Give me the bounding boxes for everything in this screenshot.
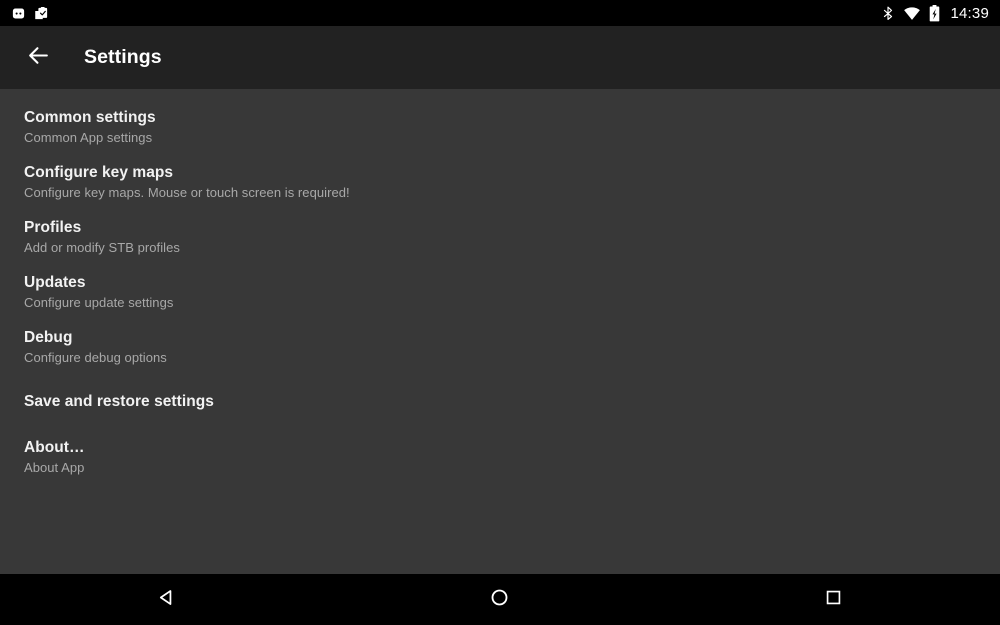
preference-list: Common settings Common App settings Conf… bbox=[0, 89, 1000, 484]
status-bar: 14:39 bbox=[0, 0, 1000, 26]
setting-item-profiles[interactable]: Profiles Add or modify STB profiles bbox=[0, 209, 1000, 264]
setting-item-configure-key-maps[interactable]: Configure key maps Configure key maps. M… bbox=[0, 154, 1000, 209]
bluetooth-icon bbox=[881, 5, 895, 21]
nav-home-button[interactable] bbox=[455, 574, 545, 625]
nav-back-button[interactable] bbox=[122, 574, 212, 625]
setting-item-common-settings[interactable]: Common settings Common App settings bbox=[0, 99, 1000, 154]
nav-recents-button[interactable] bbox=[788, 574, 878, 625]
setting-item-about[interactable]: About… About App bbox=[0, 429, 1000, 484]
setting-title: About… bbox=[24, 439, 85, 456]
app-notification-icon bbox=[11, 6, 26, 21]
setting-summary: Common App settings bbox=[24, 130, 153, 145]
status-bar-notification-icons bbox=[11, 6, 49, 21]
back-button[interactable] bbox=[14, 34, 62, 82]
setting-title: Common settings bbox=[24, 109, 156, 126]
clipboard-check-icon bbox=[34, 6, 49, 21]
setting-summary: About App bbox=[24, 460, 85, 475]
page-title: Settings bbox=[84, 46, 162, 68]
setting-title: Save and restore settings bbox=[24, 393, 214, 410]
wifi-icon bbox=[903, 6, 921, 21]
nav-home-icon bbox=[489, 587, 510, 613]
nav-back-icon bbox=[156, 587, 177, 613]
setting-title: Configure key maps bbox=[24, 164, 174, 181]
battery-charging-icon bbox=[929, 4, 940, 22]
nav-recents-icon bbox=[824, 588, 843, 612]
setting-item-debug[interactable]: Debug Configure debug options bbox=[0, 319, 1000, 374]
setting-title: Debug bbox=[24, 329, 73, 346]
settings-content: Common settings Common App settings Conf… bbox=[0, 89, 1000, 574]
setting-summary: Configure debug options bbox=[24, 350, 167, 365]
arrow-left-icon bbox=[26, 43, 51, 73]
setting-summary: Add or modify STB profiles bbox=[24, 240, 180, 255]
setting-title: Profiles bbox=[24, 219, 82, 236]
app-toolbar: Settings bbox=[0, 26, 1000, 89]
setting-item-save-and-restore-settings[interactable]: Save and restore settings bbox=[0, 374, 1000, 429]
setting-summary: Configure update settings bbox=[24, 295, 174, 310]
setting-summary: Configure key maps. Mouse or touch scree… bbox=[24, 185, 350, 200]
android-screen: 14:39 Settings Common settings Common Ap… bbox=[0, 0, 1000, 625]
status-bar-system-icons: 14:39 bbox=[881, 4, 989, 22]
system-navigation-bar bbox=[0, 574, 1000, 625]
setting-item-updates[interactable]: Updates Configure update settings bbox=[0, 264, 1000, 319]
status-bar-clock: 14:39 bbox=[950, 4, 989, 22]
setting-title: Updates bbox=[24, 274, 86, 291]
